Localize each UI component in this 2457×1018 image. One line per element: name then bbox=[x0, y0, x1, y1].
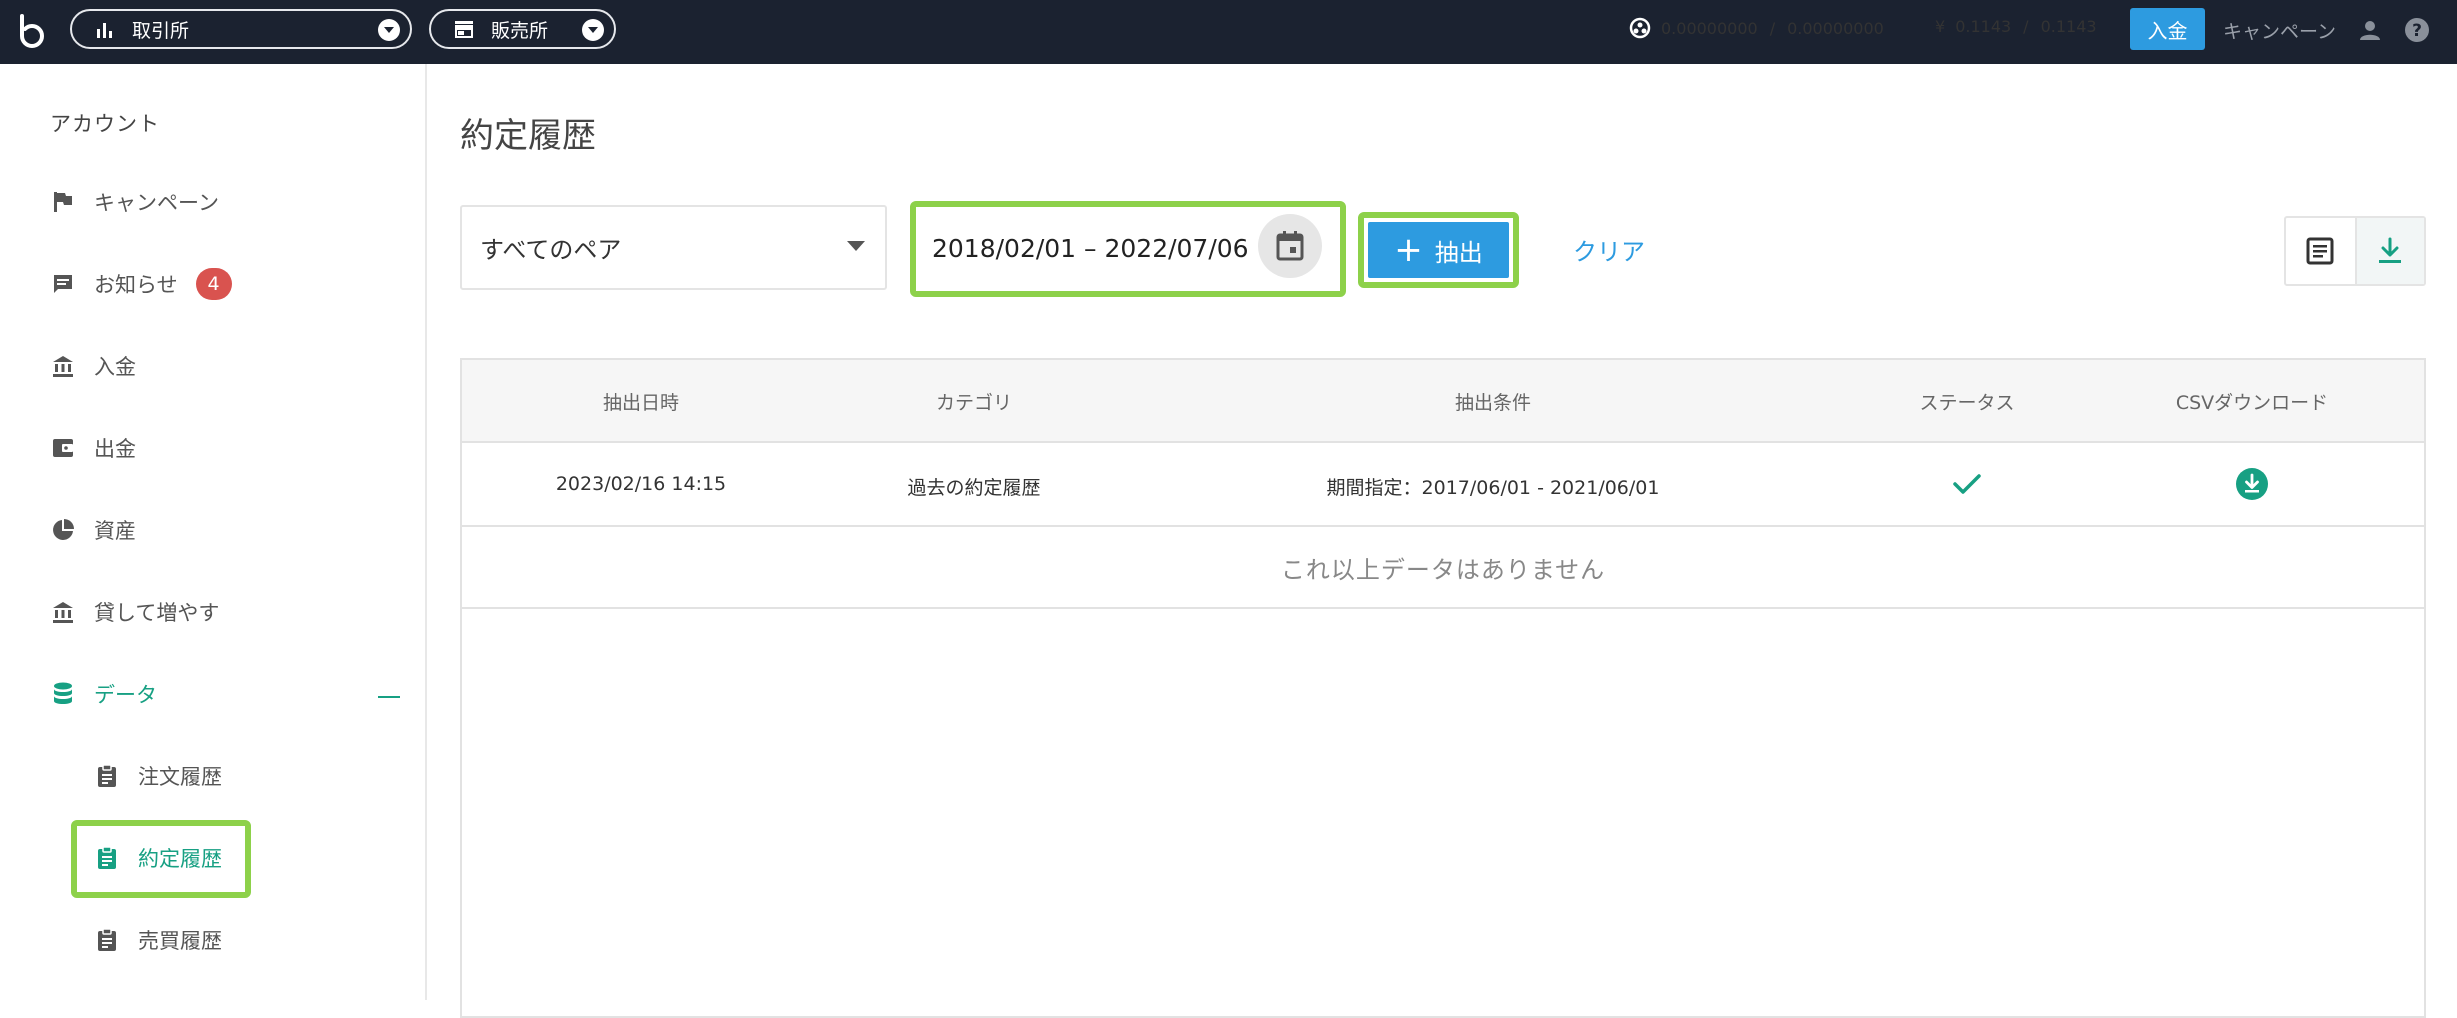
btc-balance-value: 0.00000000 bbox=[1661, 18, 1758, 38]
top-bar: 取引所 販売所 0.00000000 / 0.00000000 ¥ 0.1143… bbox=[0, 0, 2457, 64]
chevron-down-icon bbox=[378, 19, 400, 41]
column-header: 抽出日時 bbox=[602, 392, 680, 414]
bitbank-logo-icon[interactable] bbox=[12, 12, 52, 52]
bank-icon bbox=[50, 353, 76, 379]
sidebar-item-campaign[interactable]: キャンペーン bbox=[50, 182, 219, 222]
sidebar-item-assets[interactable]: 資産 bbox=[50, 510, 136, 550]
pair-select-value: すべてのペア bbox=[480, 236, 622, 264]
notification-badge: 4 bbox=[195, 268, 232, 300]
sales-label: 販売所 bbox=[491, 19, 549, 42]
jpy-balance: ¥ 0.1143 / 0.1143 bbox=[1935, 17, 2097, 36]
message-icon bbox=[50, 271, 76, 297]
plus-icon: + bbox=[1394, 230, 1423, 270]
btc-icon bbox=[1629, 17, 1651, 39]
yen-symbol: ¥ bbox=[1935, 17, 1946, 36]
chevron-down-icon bbox=[582, 19, 604, 41]
download-icon bbox=[2375, 236, 2405, 266]
campaign-link[interactable]: キャンペーン bbox=[2223, 17, 2336, 44]
exchange-label: 取引所 bbox=[132, 19, 190, 42]
sidebar-item-label: 貸して増やす bbox=[94, 601, 220, 625]
clipboard-icon bbox=[94, 927, 120, 953]
jpy-available-value: 0.1143 bbox=[2040, 17, 2097, 36]
list-view-button[interactable] bbox=[2286, 218, 2355, 284]
extract-label: 抽出 bbox=[1434, 238, 1483, 267]
sidebar-item-label: 入金 bbox=[94, 355, 136, 379]
jpy-balance-value: 0.1143 bbox=[1955, 17, 2012, 36]
sidebar-item-label: 売買履歴 bbox=[138, 929, 222, 953]
sidebar-heading: アカウント bbox=[50, 112, 160, 136]
sidebar-item-notices[interactable]: お知らせ 4 bbox=[50, 264, 232, 304]
pair-select[interactable]: すべてのペア bbox=[460, 205, 887, 290]
sidebar-subitem-buysell-history[interactable]: 売買履歴 bbox=[94, 920, 222, 960]
sidebar-item-label: 出金 bbox=[94, 437, 136, 461]
store-icon bbox=[453, 18, 475, 40]
clipboard-icon bbox=[94, 763, 120, 789]
download-circle-icon[interactable] bbox=[2235, 467, 2269, 501]
table-row: 2023/02/16 14:15 過去の約定履歴 期間指定：2017/06/01… bbox=[462, 443, 2424, 527]
sidebar-item-label: お知らせ bbox=[94, 273, 178, 297]
extract-button[interactable]: + 抽出 bbox=[1368, 222, 1509, 278]
cell-datetime: 2023/02/16 14:15 bbox=[555, 473, 727, 495]
svg-text:?: ? bbox=[2412, 21, 2422, 41]
table-header: 抽出日時 カテゴリ 抽出条件 ステータス CSVダウンロード bbox=[462, 360, 2424, 443]
user-icon[interactable] bbox=[2356, 16, 2384, 44]
sidebar-subitem-order-history[interactable]: 注文履歴 bbox=[94, 756, 222, 796]
exchange-selector[interactable]: 取引所 bbox=[70, 9, 412, 49]
highlight-frame bbox=[71, 820, 251, 898]
sidebar-item-lending[interactable]: 貸して増やす bbox=[50, 592, 219, 632]
view-toggle bbox=[2284, 216, 2426, 286]
chevron-down-icon bbox=[847, 241, 865, 251]
calendar-button[interactable] bbox=[1258, 214, 1322, 278]
wallet-icon bbox=[50, 435, 76, 461]
sidebar-item-label: キャンペーン bbox=[94, 191, 219, 215]
sidebar-item-deposit[interactable]: 入金 bbox=[50, 346, 136, 386]
extraction-table: 抽出日時 カテゴリ 抽出条件 ステータス CSVダウンロード 2023/02/1… bbox=[460, 358, 2426, 1018]
no-more-data-message: これ以上データはありません bbox=[462, 527, 2424, 609]
download-view-button[interactable] bbox=[2354, 218, 2424, 284]
column-header: CSVダウンロード bbox=[2175, 392, 2329, 414]
sidebar-item-data[interactable]: データ bbox=[50, 674, 157, 714]
list-icon bbox=[2305, 236, 2335, 266]
date-range-value: 2018/02/01 – 2022/07/06 bbox=[932, 233, 1249, 263]
column-header: 抽出条件 bbox=[1454, 392, 1532, 414]
cell-condition: 期間指定：2017/06/01 - 2021/06/01 bbox=[1326, 477, 1660, 499]
collapse-icon[interactable] bbox=[378, 696, 400, 698]
sidebar-item-label: データ bbox=[94, 683, 157, 707]
help-icon[interactable]: ? bbox=[2403, 16, 2431, 44]
column-header: ステータス bbox=[1919, 392, 2015, 414]
column-header: カテゴリ bbox=[935, 392, 1013, 414]
database-icon bbox=[50, 681, 76, 707]
balance-separator: / bbox=[1769, 18, 1776, 38]
sales-selector[interactable]: 販売所 bbox=[429, 9, 616, 49]
bank-icon bbox=[50, 599, 76, 625]
sidebar-item-label: 資産 bbox=[94, 519, 136, 543]
bar-chart-icon bbox=[94, 18, 116, 40]
check-icon bbox=[1950, 467, 1984, 501]
clear-link[interactable]: クリア bbox=[1573, 232, 1645, 267]
sidebar-item-label: 注文履歴 bbox=[138, 765, 222, 789]
deposit-button[interactable]: 入金 bbox=[2130, 8, 2205, 50]
flag-icon bbox=[50, 189, 76, 215]
sidebar-item-withdraw[interactable]: 出金 bbox=[50, 428, 136, 468]
page-title: 約定履歴 bbox=[460, 116, 596, 156]
pie-chart-icon bbox=[50, 517, 76, 543]
btc-available-value: 0.00000000 bbox=[1787, 18, 1884, 38]
balance-separator: / bbox=[2023, 17, 2029, 36]
btc-balance: 0.00000000 / 0.00000000 bbox=[1629, 17, 1884, 39]
calendar-icon bbox=[1275, 230, 1305, 262]
cell-category: 過去の約定履歴 bbox=[907, 477, 1041, 499]
